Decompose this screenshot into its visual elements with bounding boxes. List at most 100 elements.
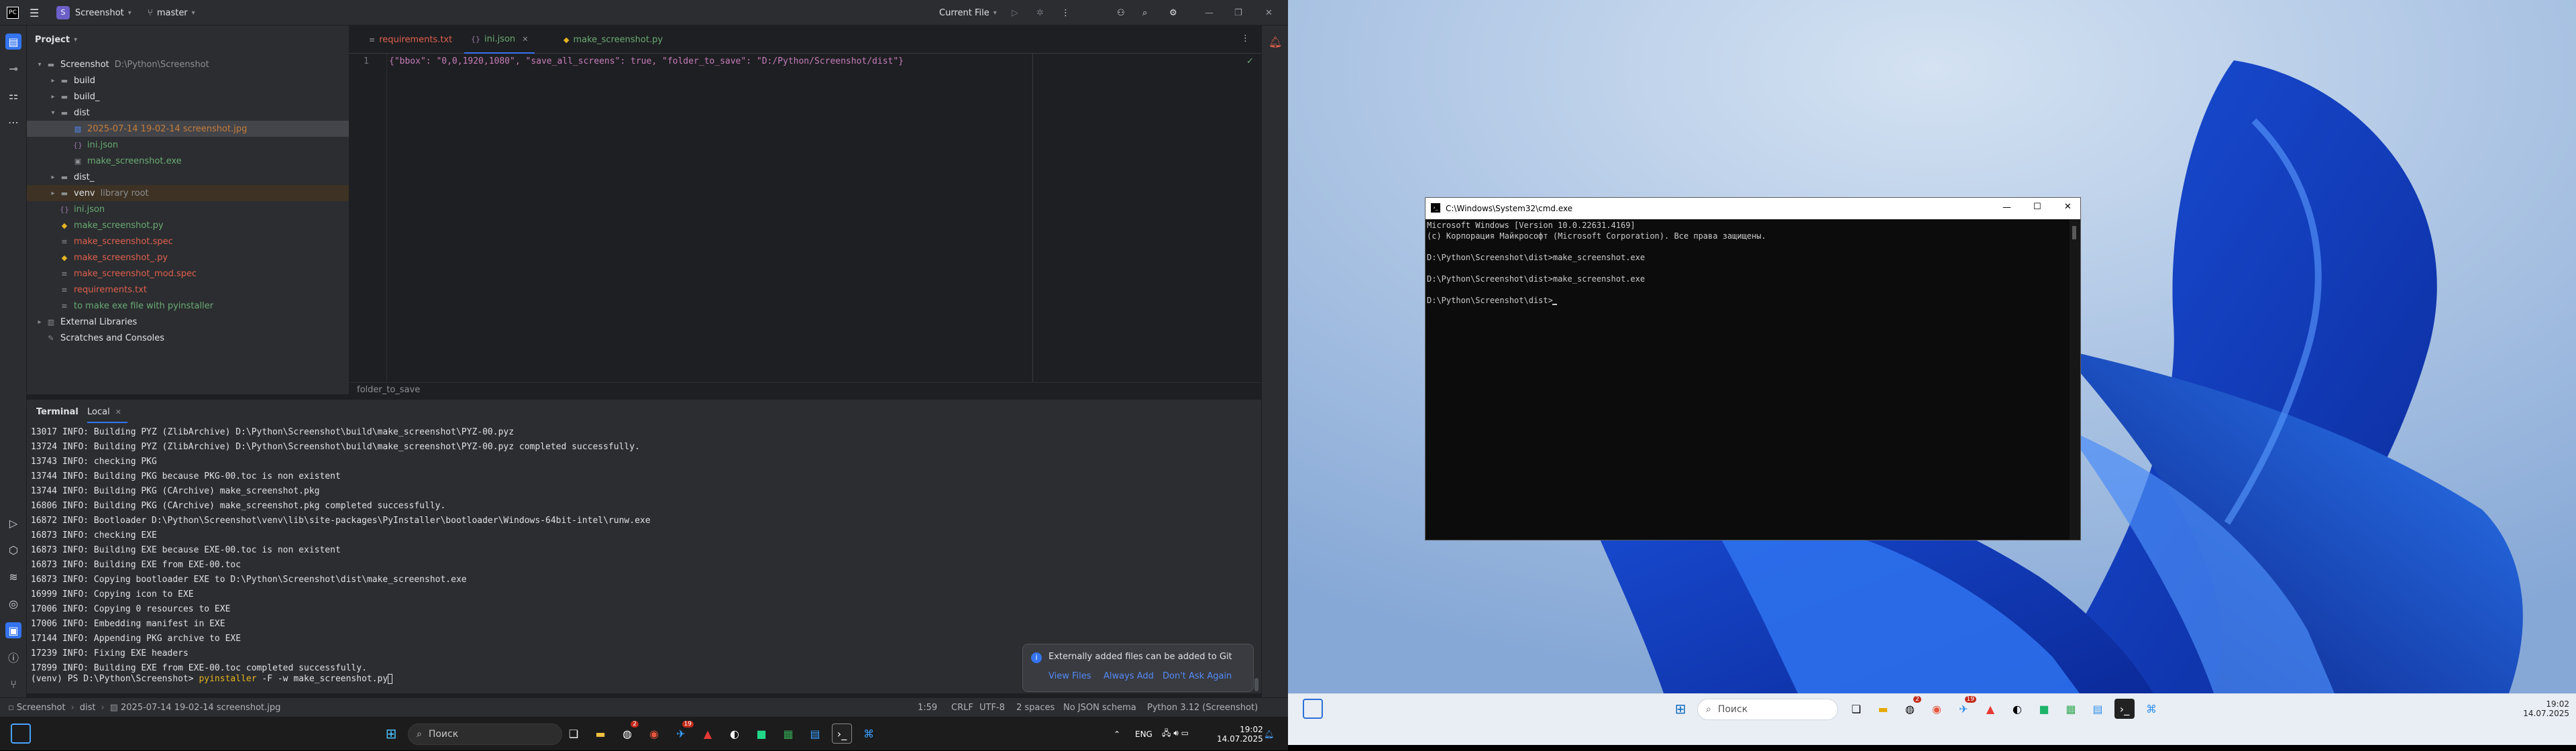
crumb-file[interactable]: 2025-07-14 19-02-14 screenshot.jpg <box>121 703 280 713</box>
network-volume-icons[interactable]: 🖧 🔊︎ ▭ <box>1162 717 1189 751</box>
tree-item[interactable]: ≡ requirements.txt <box>27 282 349 298</box>
terminal-title[interactable]: Terminal <box>36 400 78 424</box>
tree-item[interactable]: ◆ make_screenshot.py <box>27 217 349 233</box>
cmd-title-bar[interactable]: ›_ C:\Windows\System32\cmd.exe — ☐ ✕ <box>1426 198 2080 219</box>
more-tools-icon[interactable]: ⋯ <box>5 114 21 130</box>
layers-icon[interactable]: ≋ <box>5 569 21 585</box>
run-tool-icon[interactable]: ▷ <box>5 515 21 531</box>
obs-icon[interactable]: ◐ <box>724 724 745 744</box>
pycharm-icon[interactable]: ■ <box>2034 699 2054 719</box>
messenger-icon[interactable]: ✈ 19 <box>671 721 694 744</box>
debug-icon[interactable]: ✲ <box>1036 0 1044 25</box>
pdf-reader-icon[interactable]: ▲ <box>1980 699 2000 719</box>
terminal-scrollbar[interactable] <box>1254 678 1258 691</box>
cmd-icon[interactable]: ›_ <box>832 724 852 744</box>
chevron-right-icon[interactable]: ▸ <box>48 174 58 181</box>
crumb-folder[interactable]: dist <box>80 703 96 713</box>
tree-item[interactable]: ≡ to make exe file with pyinstaller <box>27 298 349 314</box>
chevron-right-icon[interactable]: ▸ <box>48 190 58 197</box>
tab-options-icon[interactable]: ⋮ <box>1241 34 1250 44</box>
tree-item[interactable]: ▨ 2025-07-14 19-02-14 screenshot.jpg <box>27 121 349 137</box>
tree-item[interactable]: ▸ ▥ External Libraries <box>27 314 349 330</box>
problems-icon[interactable]: ⓘ <box>5 649 21 665</box>
vcs-branch-switcher[interactable]: ⑂ master ▾ <box>148 0 195 25</box>
python-interpreter[interactable]: Python 3.12 (Screenshot) <box>1147 698 1258 717</box>
spreadsheet-icon[interactable]: ▦ <box>778 724 798 744</box>
cmd-icon[interactable]: ›_ <box>2114 699 2135 719</box>
notifications-icon[interactable]: 🔔︎ <box>1267 34 1283 50</box>
maximize-icon[interactable]: ☐ <box>2033 202 2041 212</box>
chevron-right-icon[interactable]: ▸ <box>48 77 58 84</box>
dont-ask-again-link[interactable]: Don't Ask Again <box>1163 671 1232 681</box>
spreadsheet-icon[interactable]: ▦ <box>2061 699 2081 719</box>
code-editor[interactable]: 1 {"bbox": "0,0,1920,1080", "save_all_sc… <box>349 54 1261 382</box>
chevron-right-icon[interactable]: ▸ <box>35 319 44 326</box>
minimize-icon[interactable]: — <box>2002 203 2011 213</box>
terminal-prompt[interactable]: (venv) PS D:\Python\Screenshot> pyinstal… <box>31 674 393 684</box>
terminal-tool-icon[interactable]: ▣ <box>5 622 21 638</box>
tree-item[interactable]: ◆ make_screenshot_.py <box>27 249 349 266</box>
project-tool-icon[interactable]: ▤ <box>5 34 21 50</box>
chevron-down-icon[interactable]: ▾ <box>35 61 44 68</box>
browser-icon[interactable]: ◉ <box>1927 699 1947 719</box>
maximize-icon[interactable]: ❐ <box>1234 0 1242 25</box>
clock[interactable]: 19:02 14.07.2025 <box>1217 717 1263 751</box>
widgets-icon[interactable] <box>1303 699 1323 719</box>
caret-position[interactable]: 1:59 <box>918 698 937 717</box>
file-explorer-icon[interactable]: ▬ <box>590 724 610 744</box>
notification-center-icon[interactable]: 🔔︎ <box>1264 717 1274 751</box>
chevron-down-icon[interactable]: ▾ <box>48 109 58 117</box>
task-view-icon[interactable]: ❏ <box>564 724 584 744</box>
tree-item[interactable]: ▾ ▬ Screenshot D:\Python\Screenshot <box>27 56 349 72</box>
tab-local[interactable]: Local ✕ <box>87 400 121 424</box>
project-switcher[interactable]: S Screenshot ▾ <box>56 0 131 25</box>
breadcrumb-item[interactable]: folder_to_save <box>357 385 420 395</box>
tree-item[interactable]: {} ini.json <box>27 137 349 153</box>
crumb-project[interactable]: Screenshot <box>17 703 66 713</box>
editor-tab[interactable]: ◆ make_screenshot.py <box>557 25 669 54</box>
search-everywhere-icon[interactable]: ⌕ <box>1142 0 1147 25</box>
tree-item[interactable]: ▸ ▬ build_ <box>27 89 349 105</box>
services-icon[interactable]: ◎ <box>5 595 21 612</box>
minimize-icon[interactable]: — <box>1205 0 1214 25</box>
app-icon[interactable]: ◍ 2 <box>1900 696 1921 719</box>
more-actions-icon[interactable]: ⋮ <box>1061 0 1070 25</box>
line-separator[interactable]: CRLF <box>951 698 973 717</box>
structure-tool-icon[interactable]: ⚏ <box>5 87 21 103</box>
tree-item[interactable]: ▸ ▬ build <box>27 72 349 89</box>
pycharm-icon[interactable]: ■ <box>751 724 771 744</box>
tree-item[interactable]: ▾ ▬ dist <box>27 105 349 121</box>
browser-icon[interactable]: ◉ <box>644 724 664 744</box>
vscode-icon[interactable]: ⌘ <box>2141 699 2161 719</box>
close-icon[interactable]: ✕ <box>115 408 121 416</box>
start-icon[interactable]: ⊞ <box>1670 699 1690 719</box>
notepad-icon[interactable]: ▤ <box>805 724 825 744</box>
always-add-link[interactable]: Always Add <box>1104 671 1154 681</box>
cmd-console-output[interactable]: Microsoft Windows [Version 10.0.22631.41… <box>1426 219 2070 540</box>
obs-icon[interactable]: ◐ <box>2007 699 2027 719</box>
close-icon[interactable]: ✕ <box>522 35 528 44</box>
widgets-icon[interactable] <box>11 724 31 744</box>
clock[interactable]: 19:02 14.07.2025 <box>2522 699 2569 718</box>
app-icon[interactable]: ◍ 2 <box>617 721 639 744</box>
taskbar-search[interactable]: ⌕ Поиск <box>1697 699 1838 720</box>
tree-item[interactable]: ▣ make_screenshot.exe <box>27 153 349 169</box>
taskbar-search[interactable]: ⌕ Поиск <box>408 724 562 745</box>
run-config-selector[interactable]: Current File ▾ <box>939 0 997 25</box>
commit-tool-icon[interactable]: ⊸ <box>5 60 21 76</box>
inspection-ok-icon[interactable]: ✓ <box>1246 56 1254 66</box>
cmd-scrollbar[interactable] <box>2070 219 2080 540</box>
tree-item[interactable]: ✎ Scratches and Consoles <box>27 330 349 346</box>
chevron-right-icon[interactable]: ▸ <box>48 93 58 101</box>
input-language[interactable]: ENG <box>1135 717 1152 751</box>
file-encoding[interactable]: UTF-8 <box>979 698 1005 717</box>
pdf-reader-icon[interactable]: ▲ <box>698 724 718 744</box>
messenger-icon[interactable]: ✈ 19 <box>1953 696 1976 719</box>
editor-tab[interactable]: ≡ requirements.txt <box>362 25 459 54</box>
settings-icon[interactable]: ⚙ <box>1169 0 1177 25</box>
editor-tab[interactable]: {} ini.json ✕ <box>464 25 535 54</box>
git-icon[interactable]: ⑂ <box>5 676 21 692</box>
close-icon[interactable]: ✕ <box>1265 0 1273 25</box>
notepad-icon[interactable]: ▤ <box>2088 699 2108 719</box>
account-icon[interactable]: ⚇ <box>1117 0 1125 25</box>
